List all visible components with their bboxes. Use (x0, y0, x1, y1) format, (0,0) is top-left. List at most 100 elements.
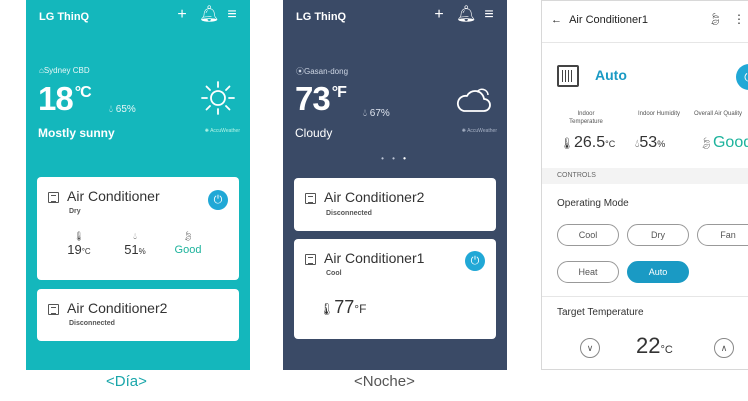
device-mode: Cool (326, 270, 342, 277)
metric-air-quality: 🍃︎ Good (168, 231, 208, 256)
temperature-value: 18 (38, 80, 74, 117)
weather-condition: Mostly sunny (38, 126, 115, 140)
mode-chip-auto[interactable]: Auto (627, 261, 689, 283)
back-arrow-icon[interactable]: ← (551, 14, 562, 26)
device-name: Air Conditioner2 (324, 189, 425, 205)
outdoor-temperature: 18 °C (38, 80, 92, 118)
more-icon[interactable]: ⋮ (733, 12, 745, 26)
air-quality-value: Good (712, 134, 748, 151)
target-temperature-label: Target Temperature (557, 307, 644, 318)
weather-location: ⌂Sydney CBD (39, 66, 90, 75)
sun-icon (201, 81, 235, 115)
indoor-humidity-label: Indoor Humidity (637, 111, 681, 117)
device-temp-unit: °F (354, 302, 367, 316)
power-icon[interactable]: ⏻ (208, 190, 228, 210)
day-screen: LG ThinQ + 🔔︎ ≡ ⌂Sydney CBD 18 °C 💧︎ 65% … (26, 0, 250, 370)
device-name: Air Conditioner (67, 188, 160, 204)
power-icon[interactable]: ⏻ (736, 64, 748, 90)
leaf-icon: 🍃︎ (699, 138, 713, 150)
leaf-icon[interactable]: 🍃︎ (708, 12, 723, 26)
indoor-temp-value: 26.5 (573, 134, 606, 151)
metric-temp-unit: °C (81, 247, 91, 256)
thermometer-icon: 🌡︎ (319, 302, 335, 316)
night-screen: LG ThinQ + 🔔︎ ≡ ⦿Gasan-dong 73 °F 💧︎ 67% … (283, 0, 507, 370)
device-name: Air Conditioner2 (67, 300, 168, 316)
humidity-value: 67% (369, 108, 390, 119)
device-card-air-conditioner2[interactable]: Air Conditioner2 Disconnected (294, 178, 496, 231)
weather-location: ⦿Gasan-dong (296, 67, 349, 76)
thermometer-icon: 🌡︎ (73, 231, 85, 241)
target-temp-unit: °C (660, 344, 673, 356)
caption-night: <Noche> (354, 373, 415, 390)
device-name: Air Conditioner1 (324, 250, 425, 266)
weather-provider: ✺ AccuWeather (461, 128, 497, 134)
device-status: Disconnected (326, 210, 372, 217)
divider (542, 296, 748, 297)
app-brand: LG ThinQ (296, 11, 347, 23)
device-card-air-conditioner1[interactable]: Air Conditioner1 Cool ⏻ 🌡︎77°F (294, 239, 496, 339)
add-icon[interactable]: + (174, 7, 190, 23)
add-icon[interactable]: + (431, 7, 447, 23)
metric-temperature: 🌡︎ 19°C (64, 231, 94, 257)
weather-provider: ✺ AccuWeather (204, 128, 240, 134)
indoor-temperature-label: Indoor Temperature (569, 111, 603, 125)
section-header-controls: CONTROLS (542, 168, 748, 184)
page-indicator: • • • (381, 154, 409, 163)
cloud-icon (456, 88, 491, 112)
temperature-value: 73 (295, 80, 331, 117)
air-conditioner-icon (557, 65, 579, 87)
air-conditioner-icon (305, 254, 316, 265)
device-card-air-conditioner[interactable]: Air Conditioner Dry ⏻ 🌡︎ 19°C 💧︎ 51% 🍃︎ … (37, 177, 239, 280)
mode-chip-dry[interactable]: Dry (627, 224, 689, 246)
droplet-icon: 💧︎ (109, 104, 113, 115)
device-temp-value: 77 (334, 297, 355, 317)
power-icon[interactable]: ⏻ (465, 251, 485, 271)
detail-screen: ← Air Conditioner1 🍃︎ ⋮ Auto ⏻ Indoor Te… (541, 0, 748, 370)
menu-icon[interactable]: ≡ (481, 7, 497, 23)
metric-humidity: 💧︎ 51% (117, 231, 153, 257)
humidity-value: 65% (115, 104, 136, 115)
air-quality: 🍃︎Good (699, 134, 748, 152)
device-status: Disconnected (69, 320, 115, 327)
mode-chip-fan[interactable]: Fan (697, 224, 748, 246)
droplet-icon: 💧︎ (363, 108, 367, 119)
indoor-temperature: 🌡︎26.5°C (560, 134, 615, 152)
decrease-temperature-button[interactable]: ∨ (580, 338, 600, 358)
outdoor-temperature: 73 °F (295, 80, 347, 118)
current-mode: Auto (595, 67, 627, 83)
device-temperature: 🌡︎77°F (319, 297, 366, 318)
indoor-humidity-unit: % (657, 139, 666, 149)
detail-header: ← Air Conditioner1 (551, 14, 648, 26)
temperature-unit: °F (331, 84, 347, 101)
metric-humidity-unit: % (138, 247, 146, 256)
temperature-unit: °C (74, 84, 92, 101)
device-card-air-conditioner2[interactable]: Air Conditioner2 Disconnected (37, 289, 239, 341)
top-actions: + 🔔︎ ≡ (431, 7, 497, 23)
air-quality-value: Good (174, 244, 202, 256)
metric-temp-value: 19 (67, 242, 82, 257)
air-conditioner-icon (305, 193, 316, 204)
air-conditioner-icon (48, 304, 59, 315)
operating-mode-label: Operating Mode (557, 198, 629, 209)
leaf-icon: 🍃︎ (182, 231, 194, 241)
indoor-humidity: 💧︎53% (635, 134, 665, 152)
device-title: Air Conditioner1 (569, 14, 648, 26)
bell-icon[interactable]: 🔔︎ (456, 7, 476, 23)
outdoor-humidity: 💧︎ 67% (363, 108, 390, 119)
bell-icon[interactable]: 🔔︎ (199, 7, 219, 23)
air-quality-label: Overall Air Quality (694, 111, 743, 117)
mode-chip-cool[interactable]: Cool (557, 224, 619, 246)
weather-condition: Cloudy (295, 126, 333, 140)
droplet-icon: 💧︎ (133, 231, 137, 241)
metric-humidity-value: 51 (124, 242, 139, 257)
increase-temperature-button[interactable]: ∧ (714, 338, 734, 358)
air-conditioner-icon (48, 192, 59, 203)
indoor-humidity-value: 53 (639, 134, 658, 151)
header-actions: 🍃︎ ⋮ (708, 12, 745, 26)
menu-icon[interactable]: ≡ (224, 7, 240, 23)
mode-chip-heat[interactable]: Heat (557, 261, 619, 283)
target-temp-value: 22 (636, 333, 661, 358)
top-actions: + 🔔︎ ≡ (174, 7, 240, 23)
thermometer-icon: 🌡︎ (560, 138, 574, 150)
outdoor-humidity: 💧︎ 65% (109, 104, 136, 115)
